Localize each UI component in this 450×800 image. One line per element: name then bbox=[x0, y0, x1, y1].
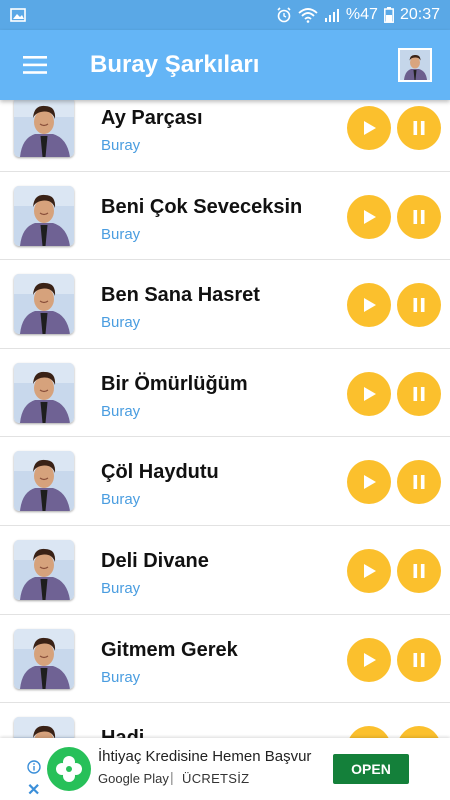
song-list[interactable]: Ay Parçası Buray Beni Çok Seveceksin Buray B… bbox=[0, 100, 450, 738]
pause-button[interactable] bbox=[397, 460, 441, 505]
ad-separator: | bbox=[170, 769, 174, 785]
pause-icon bbox=[413, 209, 425, 224]
song-artist: Buray bbox=[101, 491, 141, 509]
pause-icon bbox=[413, 386, 425, 401]
play-icon bbox=[364, 652, 376, 667]
song-thumbnail bbox=[14, 185, 74, 246]
play-icon bbox=[364, 475, 376, 490]
song-row[interactable]: Beni Çok Seveceksin Buray bbox=[0, 171, 450, 261]
alarm-icon bbox=[276, 7, 292, 23]
song-thumbnail bbox=[14, 100, 74, 157]
pause-button[interactable] bbox=[397, 548, 441, 593]
song-title: Gitmem Gerek bbox=[101, 638, 238, 661]
page-title: Buray Şarkıları bbox=[90, 51, 260, 78]
clover-logo-icon bbox=[56, 756, 82, 782]
app-bar: Buray Şarkıları bbox=[0, 30, 450, 100]
signal-icon bbox=[324, 8, 340, 22]
image-icon bbox=[10, 8, 26, 22]
song-artist: Buray bbox=[101, 668, 141, 686]
ad-headline[interactable]: İhtiyaç Kredisine Hemen Başvur bbox=[98, 748, 311, 765]
song-thumbnail bbox=[14, 717, 74, 738]
pause-icon bbox=[413, 563, 425, 578]
pause-icon bbox=[413, 298, 425, 313]
artist-avatar[interactable] bbox=[398, 48, 432, 82]
song-artist: Buray bbox=[101, 314, 141, 332]
play-icon bbox=[364, 563, 376, 578]
song-title: Bir Ömürlüğüm bbox=[101, 372, 248, 395]
song-artist: Buray bbox=[101, 402, 141, 420]
song-row[interactable]: Çöl Haydutu Buray bbox=[0, 437, 450, 526]
pause-icon bbox=[413, 652, 425, 667]
song-title: Ben Sana Hasret bbox=[101, 284, 260, 307]
pause-button[interactable] bbox=[397, 637, 441, 682]
song-thumbnail bbox=[14, 451, 74, 512]
song-title: Çöl Haydutu bbox=[101, 461, 219, 484]
pause-icon bbox=[413, 475, 425, 490]
battery-icon bbox=[384, 7, 394, 23]
play-button[interactable] bbox=[347, 283, 391, 328]
song-title: Ay Parçası bbox=[101, 107, 203, 129]
pause-button[interactable] bbox=[397, 194, 441, 239]
pause-button[interactable] bbox=[397, 726, 441, 738]
status-bar: %47 20:37 bbox=[0, 0, 450, 30]
play-button[interactable] bbox=[347, 460, 391, 505]
ad-open-button[interactable]: OPEN bbox=[333, 754, 409, 784]
ad-logo bbox=[47, 747, 91, 791]
song-title: Hadi.. bbox=[101, 727, 155, 738]
hamburger-menu-button[interactable] bbox=[0, 30, 70, 100]
play-button[interactable] bbox=[347, 371, 391, 416]
song-row[interactable]: Ben Sana Hasret Buray bbox=[0, 260, 450, 349]
song-row[interactable]: Hadi..Buray bbox=[0, 703, 450, 738]
play-button[interactable] bbox=[347, 548, 391, 593]
play-button[interactable] bbox=[347, 106, 391, 150]
song-thumbnail bbox=[14, 362, 74, 423]
clock-time: 20:37 bbox=[399, 6, 440, 23]
ad-price-label: ÜCRETSİZ bbox=[182, 771, 250, 786]
song-artist: Buray bbox=[101, 137, 141, 154]
ad-banner[interactable]: ✕ İhtiyaç Kredisine Hemen Başvur Google … bbox=[0, 738, 450, 800]
song-row[interactable]: Bir Ömürlüğüm Buray bbox=[0, 348, 450, 438]
song-artist: Buray bbox=[101, 225, 141, 243]
play-button[interactable] bbox=[347, 726, 391, 738]
song-thumbnail bbox=[14, 628, 74, 689]
pause-icon bbox=[413, 121, 425, 135]
pause-button[interactable] bbox=[397, 371, 441, 416]
wifi-icon bbox=[298, 7, 318, 23]
song-title: Deli Divane bbox=[101, 549, 209, 572]
play-icon bbox=[364, 386, 376, 401]
ad-store-label: Google Play bbox=[98, 771, 169, 786]
song-row[interactable]: Gitmem Gerek Buray bbox=[0, 614, 450, 704]
play-button[interactable] bbox=[347, 194, 391, 239]
song-row[interactable]: Ay Parçası Buray bbox=[0, 100, 450, 172]
play-icon bbox=[364, 121, 376, 135]
song-artist: Buray bbox=[101, 579, 141, 597]
song-thumbnail bbox=[14, 539, 74, 600]
pause-button[interactable] bbox=[397, 283, 441, 328]
hamburger-menu-icon bbox=[23, 56, 47, 74]
song-thumbnail bbox=[14, 274, 74, 335]
ad-close-icon[interactable]: ✕ bbox=[27, 780, 40, 800]
battery-percent: %47 bbox=[345, 6, 378, 23]
song-title: Beni Çok Seveceksin bbox=[101, 195, 303, 218]
play-icon bbox=[364, 209, 376, 224]
ad-info-icon[interactable] bbox=[27, 760, 41, 779]
play-button[interactable] bbox=[347, 637, 391, 682]
play-icon bbox=[364, 298, 376, 313]
artist-portrait-icon bbox=[400, 50, 430, 80]
song-row[interactable]: Deli Divane Buray bbox=[0, 525, 450, 615]
pause-button[interactable] bbox=[397, 106, 441, 150]
